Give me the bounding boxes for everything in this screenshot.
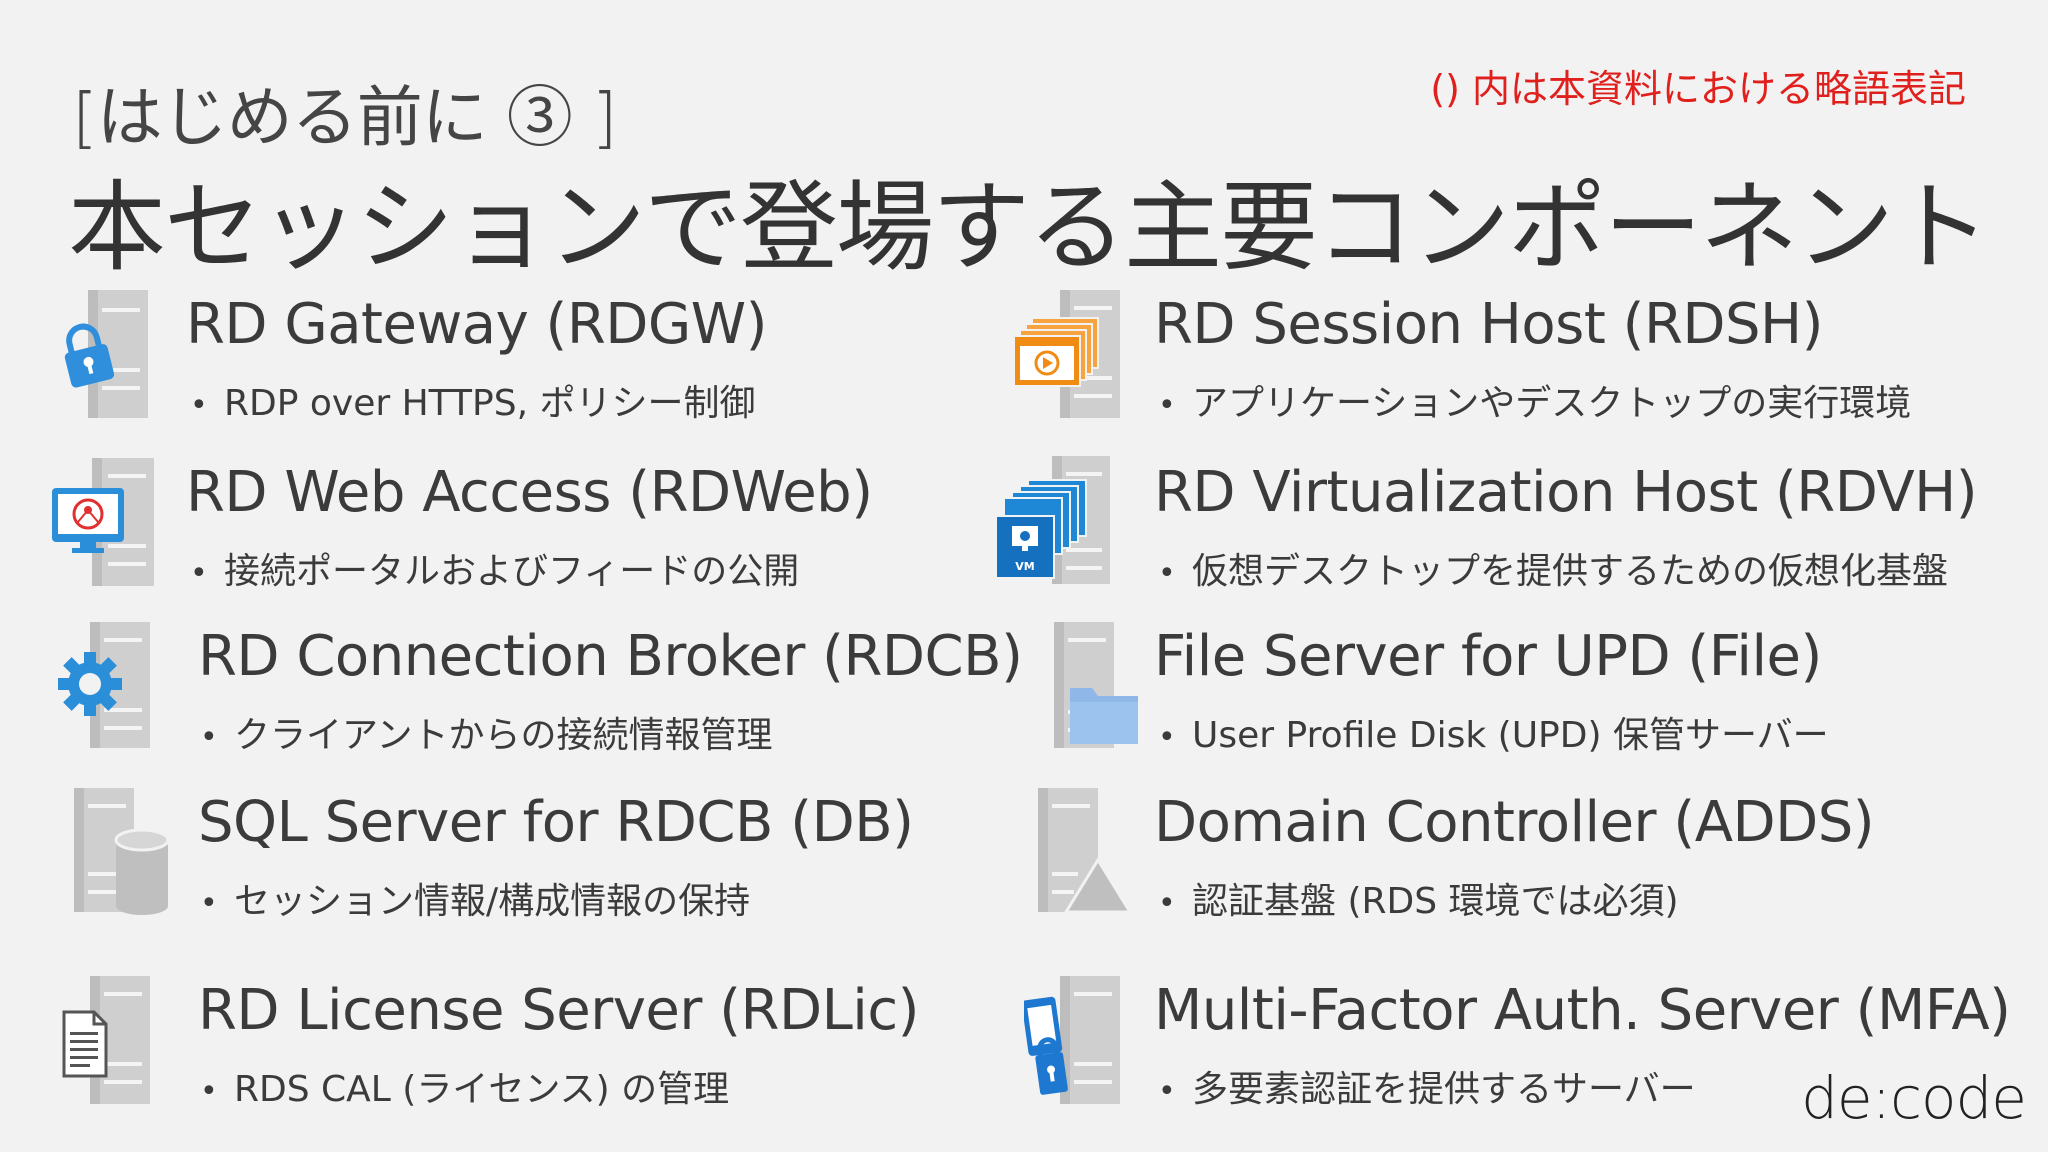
component-name: RD Web Access (RDWeb): [186, 460, 873, 525]
abbreviation-note: () 内は本資料における略語表記: [1430, 67, 1966, 111]
component-desc: • 仮想デスクトップを提供するための仮想化基盤: [1158, 551, 1949, 592]
component-file-server: File Server for UPD (File) • User Profile…: [1050, 622, 2010, 762]
component-desc: • 多要素認証を提供するサーバー: [1158, 1069, 1696, 1110]
component-domain-controller: Domain Controller (ADDS) • 認証基盤 (RDS 環境では…: [1034, 788, 1994, 928]
license-document-icon: [62, 976, 150, 1104]
session-windows-icon: [1013, 290, 1120, 418]
component-name: RD License Server (RDLic): [198, 978, 919, 1043]
virtual-machine-icon: VM: [995, 456, 1110, 584]
component-rd-virtualization-host: VM RD Virtualization Host (RDVH) • 仮想デスクト…: [994, 456, 1978, 596]
component-desc: • セッション情報/構成情報の保持: [200, 881, 751, 922]
component-desc: • RDP over HTTPS, ポリシー制御: [190, 383, 756, 424]
component-rd-web-access: RD Web Access (RDWeb) • 接続ポータルおよびフィードの公開: [50, 458, 1010, 598]
component-desc: • User Profile Disk (UPD) 保管サーバー: [1158, 715, 1829, 756]
component-name: RD Gateway (RDGW): [186, 292, 768, 357]
domain-pyramid-icon: [1038, 788, 1133, 914]
component-desc: • RDS CAL (ライセンス) の管理: [200, 1069, 730, 1110]
svg-text:VM: VM: [1015, 560, 1034, 573]
database-icon: [74, 788, 170, 915]
component-desc: • 認証基盤 (RDS 環境では必須): [1158, 881, 1679, 922]
web-access-monitor-icon: [52, 458, 154, 586]
broker-gear-icon: [58, 622, 150, 748]
slide-title: 本セッションで登場する主要コンポーネント: [68, 171, 1990, 285]
component-name: Domain Controller (ADDS): [1154, 790, 1875, 855]
slide-subtitle: [はじめる前に ③ ]: [72, 79, 617, 156]
component-name: RD Virtualization Host (RDVH): [1154, 460, 1978, 525]
component-rd-connection-broker: RD Connection Broker (RDCB) • クライアントからの接続…: [56, 622, 1023, 762]
decode-logo: de:code: [1801, 1064, 2027, 1132]
component-desc: • クライアントからの接続情報管理: [200, 715, 773, 756]
component-desc: • アプリケーションやデスクトップの実行環境: [1158, 383, 1912, 424]
slide: [はじめる前に ③ ] () 内は本資料における略語表記 本セッションで登場する…: [0, 0, 2048, 1152]
folder-icon: [1054, 622, 1138, 748]
component-name: File Server for UPD (File): [1154, 624, 1822, 689]
component-desc: • 接続ポータルおよびフィードの公開: [190, 551, 800, 592]
mfa-phone-lock-icon: [1024, 976, 1120, 1104]
component-rd-gateway: RD Gateway (RDGW) • RDP over HTTPS, ポリシー制…: [60, 290, 1020, 430]
component-name: SQL Server for RDCB (DB): [198, 790, 914, 855]
component-sql-server: SQL Server for RDCB (DB) • セッション情報/構成情報の保…: [70, 788, 1030, 928]
component-rd-license-server: RD License Server (RDLic) • RDS CAL (ライセン…: [58, 976, 1018, 1116]
component-name: Multi-Factor Auth. Server (MFA): [1154, 978, 2011, 1043]
component-name: RD Connection Broker (RDCB): [198, 624, 1023, 689]
gateway-lock-icon: [64, 290, 148, 418]
component-name: RD Session Host (RDSH): [1154, 292, 1823, 357]
component-rd-session-host: RD Session Host (RDSH) • アプリケーションやデスクトップの…: [1008, 290, 1968, 430]
